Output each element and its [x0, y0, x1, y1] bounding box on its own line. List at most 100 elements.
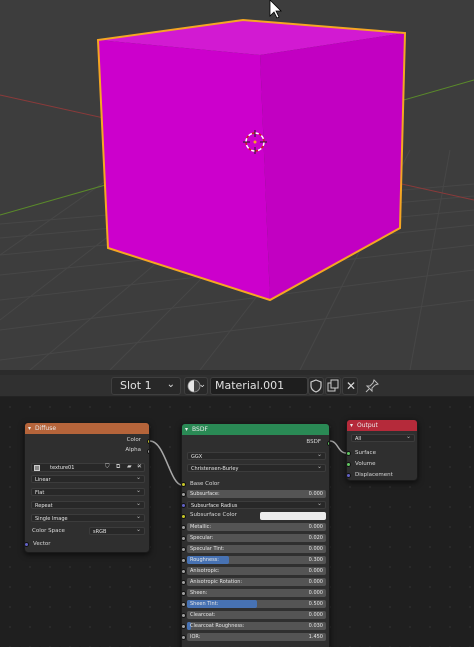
source-dropdown[interactable]: Single Image	[31, 513, 145, 522]
socket-slider-in[interactable]	[182, 569, 186, 574]
link-bsdf-surface	[329, 440, 347, 454]
diffuse-node-header[interactable]: Diffuse	[25, 423, 149, 434]
bsdf-slider-6[interactable]: Sheen: 0.000	[187, 589, 326, 597]
socket-slider-in[interactable]	[182, 558, 186, 563]
socket-slider-in[interactable]	[182, 624, 186, 629]
socket-slider-in[interactable]	[182, 525, 186, 530]
output-color-label: Color	[126, 437, 141, 443]
chevron-down-icon: ⌄	[166, 379, 175, 390]
bsdf-slider-1[interactable]: Specular: 0.020	[187, 534, 326, 542]
duplicate-icon[interactable]: ⧉	[116, 463, 124, 472]
close-icon: ✕	[346, 379, 357, 393]
3d-viewport[interactable]	[0, 0, 474, 370]
socket-surface-in[interactable]	[347, 451, 351, 456]
bsdf-slider-8[interactable]: Clearcoat: 0.000	[187, 611, 326, 619]
slider-label: Metallic:	[190, 524, 212, 530]
duplicate-material-button[interactable]	[325, 377, 341, 395]
bsdf-slider-4[interactable]: Anisotropic: 0.000	[187, 567, 326, 575]
projection-dropdown[interactable]: Flat	[31, 487, 145, 496]
bsdf-slider-5[interactable]: Anisotropic Rotation: 0.000	[187, 578, 326, 586]
interpolation-dropdown[interactable]: Linear	[31, 474, 145, 483]
cube-front-face[interactable]	[98, 40, 270, 300]
bsdf-node-header[interactable]: BSDF	[182, 424, 329, 435]
cube-side-face[interactable]	[260, 33, 405, 300]
image-icon	[34, 465, 40, 471]
bsdf-slider-7[interactable]: Sheen Tint: 0.500	[187, 600, 326, 608]
chevron-down-icon: ⌄	[198, 380, 206, 390]
slider-label: IOR:	[190, 634, 201, 640]
socket-slider-in[interactable]	[182, 635, 186, 640]
output-alpha-label: Alpha	[125, 447, 141, 453]
close-icon[interactable]: ✕	[137, 463, 145, 472]
bsdf-slider-10[interactable]: IOR: 1.450	[187, 633, 326, 641]
diffuse-node-title: Diffuse	[35, 425, 57, 432]
slider-label: Specular:	[190, 535, 214, 541]
socket-volume-in[interactable]	[347, 462, 351, 467]
color-space-label: Color Space	[32, 528, 65, 534]
folder-icon[interactable]: ▰	[127, 463, 135, 472]
socket-color-out[interactable]	[147, 439, 149, 444]
slider-value: 0.300	[308, 557, 323, 563]
subsurface-radius-dropdown[interactable]: Subsurface Radius	[187, 500, 326, 509]
socket-displacement-in[interactable]	[347, 473, 351, 478]
node-editor[interactable]: Diffuse Color Alpha texture01 ⛉ ⧉ ▰ ✕ Li…	[0, 397, 474, 647]
slot-label: Slot 1	[120, 379, 152, 392]
slider-value: 0.000	[308, 612, 323, 618]
bsdf-slider-3[interactable]: Roughness: 0.300	[187, 556, 326, 564]
diffuse-texture-node[interactable]: Diffuse Color Alpha texture01 ⛉ ⧉ ▰ ✕ Li…	[24, 422, 150, 553]
displacement-label: Displacement	[355, 472, 393, 478]
slider-label: Sheen Tint:	[190, 601, 219, 607]
slider-value: 0.000	[308, 579, 323, 585]
bsdf-slider-9[interactable]: Clearcoat Roughness: 0.030	[187, 622, 326, 630]
distribution-dropdown[interactable]: GGX	[187, 451, 326, 460]
socket-slider-in[interactable]	[182, 602, 186, 607]
output-node-header[interactable]: Output	[347, 420, 417, 431]
principled-bsdf-node[interactable]: BSDF BSDF GGX Christensen-Burley Base Co…	[181, 423, 330, 647]
extension-dropdown[interactable]: Repeat	[31, 500, 145, 509]
unlink-material-button[interactable]: ✕	[342, 377, 358, 395]
shield-icon[interactable]: ⛉	[105, 463, 113, 472]
material-browse-button[interactable]: ⌄	[184, 377, 208, 395]
interpolation-value: Linear	[35, 477, 51, 483]
subsurface-method-dropdown[interactable]: Christensen-Burley	[187, 463, 326, 472]
subsurface-color-swatch[interactable]	[260, 512, 326, 520]
color-space-dropdown[interactable]: sRGB	[89, 526, 145, 535]
link-color-basecolor	[149, 440, 183, 486]
socket-slider-in[interactable]	[182, 536, 186, 541]
socket-slider-in[interactable]	[182, 591, 186, 596]
subsurface-method-value: Christensen-Burley	[191, 466, 239, 472]
pin-icon[interactable]	[364, 378, 380, 394]
socket-slider-in[interactable]	[182, 580, 186, 585]
material-name-field[interactable]: Material.001	[210, 377, 308, 395]
output-target-dropdown[interactable]: All	[351, 433, 415, 442]
fake-user-button[interactable]	[308, 377, 324, 395]
socket-slider-in[interactable]	[182, 613, 186, 618]
socket-subsurface-radius-in[interactable]	[182, 503, 186, 508]
socket-subsurface-in[interactable]	[182, 492, 186, 497]
subsurface-value: 0.000	[308, 491, 323, 497]
slot-dropdown[interactable]: Slot 1 ⌄	[111, 377, 181, 395]
bsdf-slider-0[interactable]: Metallic: 0.000	[187, 523, 326, 531]
subsurface-radius-label: Subsurface Radius	[191, 503, 238, 509]
bsdf-slider-2[interactable]: Specular Tint: 0.000	[187, 545, 326, 553]
slider-value: 0.000	[308, 568, 323, 574]
material-output-node[interactable]: Output All Surface Volume Displacement	[346, 419, 418, 481]
socket-bsdf-out[interactable]	[327, 441, 329, 446]
subsurface-slider[interactable]: Subsurface: 0.000	[187, 490, 326, 498]
socket-subsurface-color-in[interactable]	[182, 514, 186, 519]
extension-value: Repeat	[35, 503, 53, 509]
slider-label: Clearcoat:	[190, 612, 216, 618]
surface-label: Surface	[355, 450, 376, 456]
volume-label: Volume	[355, 461, 376, 467]
socket-vector-in[interactable]	[25, 542, 29, 547]
slider-label: Anisotropic:	[190, 568, 220, 574]
image-name: texture01	[50, 465, 75, 471]
slider-label: Anisotropic Rotation:	[190, 579, 243, 585]
slider-value: 0.000	[308, 590, 323, 596]
shield-icon	[310, 379, 322, 393]
node-editor-header: Slot 1 ⌄ ⌄ Material.001 ✕	[0, 375, 474, 397]
socket-basecolor-in[interactable]	[182, 482, 186, 487]
socket-alpha-out[interactable]	[147, 449, 149, 454]
vector-label: Vector	[33, 541, 51, 547]
socket-slider-in[interactable]	[182, 547, 186, 552]
